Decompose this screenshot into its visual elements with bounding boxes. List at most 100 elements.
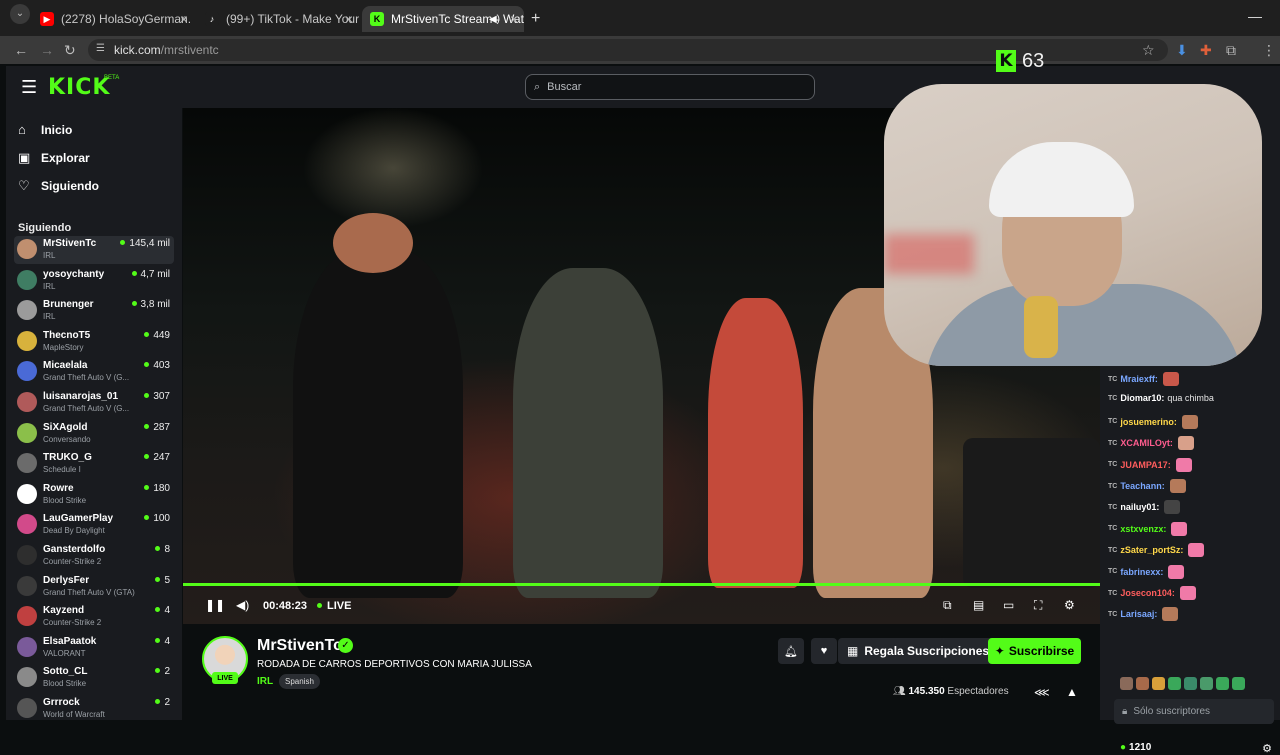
volume-icon[interactable]: ◀) — [236, 598, 249, 612]
channel-points[interactable]: ● 1210 — [1120, 742, 1151, 753]
channel-name: SiXAgold — [43, 421, 88, 433]
nav-explore[interactable]: ▣ Explorar — [18, 150, 90, 166]
sidebar-channel-item[interactable]: MrStivenTc IRL 145,4 mil — [14, 236, 174, 264]
sidebar-channel-item[interactable]: Micaelala Grand Theft Auto V (G... 403 — [14, 358, 174, 386]
sidebar-channel-item[interactable]: Gansterdolfo Counter-Strike 2 8 — [14, 542, 174, 570]
chat-username[interactable]: xstxvenzx: — [1120, 524, 1166, 534]
extensions-puzzle-icon[interactable]: ⧉ — [1226, 42, 1236, 59]
sidebar-channel-item[interactable]: Grrrock World of Warcraft 2 — [14, 695, 174, 723]
theater-mode-icon[interactable]: ▭ — [1003, 598, 1014, 612]
video-person — [333, 213, 413, 273]
chat-username[interactable]: Teachann: — [1120, 481, 1164, 491]
chat-emote — [1188, 543, 1205, 558]
hamburger-menu-icon[interactable]: ☰ — [21, 77, 37, 98]
new-tab-button[interactable]: + — [531, 10, 540, 28]
sidebar-channel-item[interactable]: yosoychanty IRL 4,7 mil — [14, 267, 174, 295]
cam-light — [884, 234, 974, 274]
video-person — [293, 248, 463, 598]
chat-username[interactable]: Mraiexff: — [1120, 374, 1158, 384]
channel-viewers: 4 — [155, 605, 170, 616]
emote-bar[interactable] — [1120, 677, 1245, 693]
forward-icon[interactable]: → — [40, 42, 54, 58]
sidebar-channel-item[interactable]: Sotto_CL Blood Strike 2 — [14, 664, 174, 692]
extension-icon[interactable]: ✚ — [1200, 42, 1212, 59]
tab-search-icon[interactable]: ⌄ — [10, 4, 30, 24]
sidebar-channel-item[interactable]: DerlysFer Grand Theft Auto V (GTA) 5 — [14, 573, 174, 601]
chat-username[interactable]: josuemerino: — [1120, 417, 1177, 427]
close-icon[interactable]: × — [180, 11, 188, 27]
chat-username[interactable]: Diomar10: — [1120, 393, 1164, 403]
chat-settings-icon[interactable]: ⚙ — [1262, 742, 1272, 755]
nav-following[interactable]: ♡ Siguiendo — [18, 178, 99, 194]
search-input[interactable]: ⌕ Buscar — [525, 74, 815, 100]
chat-emote — [1175, 457, 1192, 472]
chat-input[interactable]: 🔒︎ Sólo suscriptores — [1114, 699, 1274, 724]
chat-username[interactable]: JUAMPA17: — [1120, 460, 1170, 470]
browser-tab-youtube[interactable]: ▶ (2278) HolaSoyGerman. - YouTu × — [32, 6, 194, 32]
fullscreen-icon[interactable]: ⛶ — [1034, 598, 1042, 613]
follow-heart-button[interactable]: ♥ — [811, 638, 837, 664]
minimize-icon[interactable]: — — [1248, 8, 1262, 24]
sidebar-channel-item[interactable]: Rowre Blood Strike 180 — [14, 481, 174, 509]
sidebar-channel-item[interactable]: TRUKO_G Schedule I 247 — [14, 450, 174, 478]
kick-logo[interactable]: KICK — [48, 75, 110, 100]
speaker-icon[interactable]: ◀) — [489, 14, 500, 25]
sidebar-channel-item[interactable]: Kayzend Counter-Strike 2 4 — [14, 603, 174, 631]
notification-bell-button[interactable]: 🔔︎ — [778, 638, 804, 664]
channel-category: World of Warcraft — [43, 710, 105, 719]
back-icon[interactable]: ← — [14, 42, 28, 58]
live-badge: LIVE — [212, 672, 238, 684]
bookmark-star-icon[interactable]: ☆ — [1142, 42, 1155, 59]
url-domain: kick.com — [114, 43, 161, 57]
address-bar: ← → ↻ ☰ kick.com/mrstiventc ☆ ⬇ ✚ ⧉ ⋮ — [0, 36, 1280, 64]
sidebar-channel-item[interactable]: LauGamerPlay Dead By Daylight 100 — [14, 511, 174, 539]
close-icon[interactable]: × — [510, 11, 518, 27]
download-icon[interactable]: ⬇ — [1176, 42, 1188, 59]
gift-subs-button[interactable]: ▦ Regala Suscripciones — [838, 638, 999, 664]
sidebar-channel-item[interactable]: Brunenger IRL 3,8 mil — [14, 297, 174, 325]
nav-home[interactable]: ⌂ Inicio — [18, 122, 72, 137]
browser-tab-kick[interactable]: K MrStivenTc Stream - Watch ◀) × — [362, 6, 524, 32]
chat-badge: TC — [1108, 546, 1118, 554]
clip-icon[interactable]: ▤ — [973, 598, 984, 612]
reload-icon[interactable]: ↻ — [64, 42, 76, 59]
youtube-icon: ▶ — [40, 12, 54, 26]
lock-icon: 🔒︎ — [1122, 706, 1128, 717]
stream-category[interactable]: IRL — [257, 676, 273, 687]
close-icon[interactable]: × — [345, 11, 353, 27]
channel-name: Kayzend — [43, 605, 85, 617]
chat-badge: TC — [1108, 525, 1118, 533]
chat-message: TC JUAMPA17: — [1108, 457, 1192, 472]
sidebar-channel-item[interactable]: ThecnoT5 MapleStory 449 — [14, 328, 174, 356]
sidebar-channel-item[interactable]: ElsaPaatok VALORANT 4 — [14, 634, 174, 662]
chat-username[interactable]: Larisaaj: — [1120, 609, 1157, 619]
language-tag[interactable]: Spanish — [279, 674, 320, 689]
browser-tab-tiktok[interactable]: ♪ (99+) TikTok - Make Your Day × — [197, 6, 359, 32]
pause-icon[interactable]: ❚❚ — [205, 598, 225, 612]
chat-username[interactable]: nailuy01: — [1120, 502, 1159, 512]
channel-name: ElsaPaatok — [43, 635, 97, 647]
report-warning-icon[interactable]: ▲ — [1066, 685, 1078, 699]
share-icon[interactable]: ⋘ — [1034, 686, 1050, 699]
settings-gear-icon[interactable]: ⚙ — [1064, 598, 1075, 612]
channel-viewers: 2 — [155, 666, 170, 677]
chat-username[interactable]: XCAMILOyt: — [1120, 438, 1173, 448]
chat-username[interactable]: fabrinexx: — [1120, 567, 1163, 577]
miniplayer-icon[interactable]: ⧉ — [943, 598, 952, 613]
site-info-icon[interactable]: ☰ — [96, 43, 105, 54]
chat-badge: TC — [1108, 568, 1118, 576]
sidebar-channel-item[interactable]: luisanarojas_01 Grand Theft Auto V (G... 3… — [14, 389, 174, 417]
chat-emote — [1171, 521, 1188, 536]
streamer-name[interactable]: MrStivenTc — [257, 637, 342, 655]
chat-username[interactable]: Josecon104: — [1120, 588, 1175, 598]
channel-avatar — [17, 361, 37, 382]
menu-icon[interactable]: ⋮ — [1262, 42, 1276, 59]
chat-username[interactable]: zSater_portSz: — [1120, 545, 1183, 555]
channel-category: Schedule I — [43, 465, 81, 475]
chat-message: TC xstxvenzx: — [1108, 521, 1188, 536]
channel-name: MrStivenTc — [43, 238, 97, 249]
nav-explore-label: Explorar — [41, 151, 90, 165]
chat-message: TC zSater_portSz: — [1108, 543, 1205, 558]
sidebar-channel-item[interactable]: SiXAgold Conversando 287 — [14, 420, 174, 448]
subscribe-button[interactable]: ✦ Suscribirse — [988, 638, 1081, 664]
